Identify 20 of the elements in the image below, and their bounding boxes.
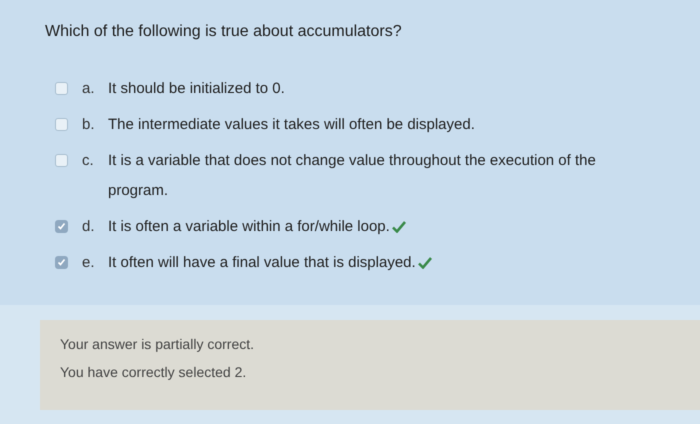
option-text: It is a variable that does not change value throughout the execution of the program. [108, 152, 596, 199]
option-text: It often will have a final value that is displayed. [108, 254, 416, 271]
option-letter: d. [82, 217, 96, 237]
option-letter: b. [82, 115, 96, 135]
option-text: The intermediate values it takes will often be displayed. [108, 116, 475, 133]
checkbox[interactable] [55, 154, 68, 167]
feedback-text: You have correctly selected 2. [60, 364, 248, 380]
checkbox[interactable] [55, 256, 68, 269]
question-text: Which of the following is true about accumulators? [45, 23, 403, 41]
option-letter: c. [82, 151, 95, 171]
tick-icon [57, 258, 66, 267]
option-text: It is often a variable within a for/while loop. [108, 218, 390, 235]
checkbox[interactable] [55, 118, 68, 131]
checkbox[interactable] [55, 82, 68, 95]
tick-icon [57, 222, 66, 231]
feedback-text: Your answer is partially correct. [60, 336, 256, 352]
checkbox[interactable] [55, 220, 68, 233]
option-letter: a. [82, 79, 96, 99]
option-text: It should be initialized to 0. [108, 80, 285, 97]
option-letter: e. [82, 253, 96, 273]
